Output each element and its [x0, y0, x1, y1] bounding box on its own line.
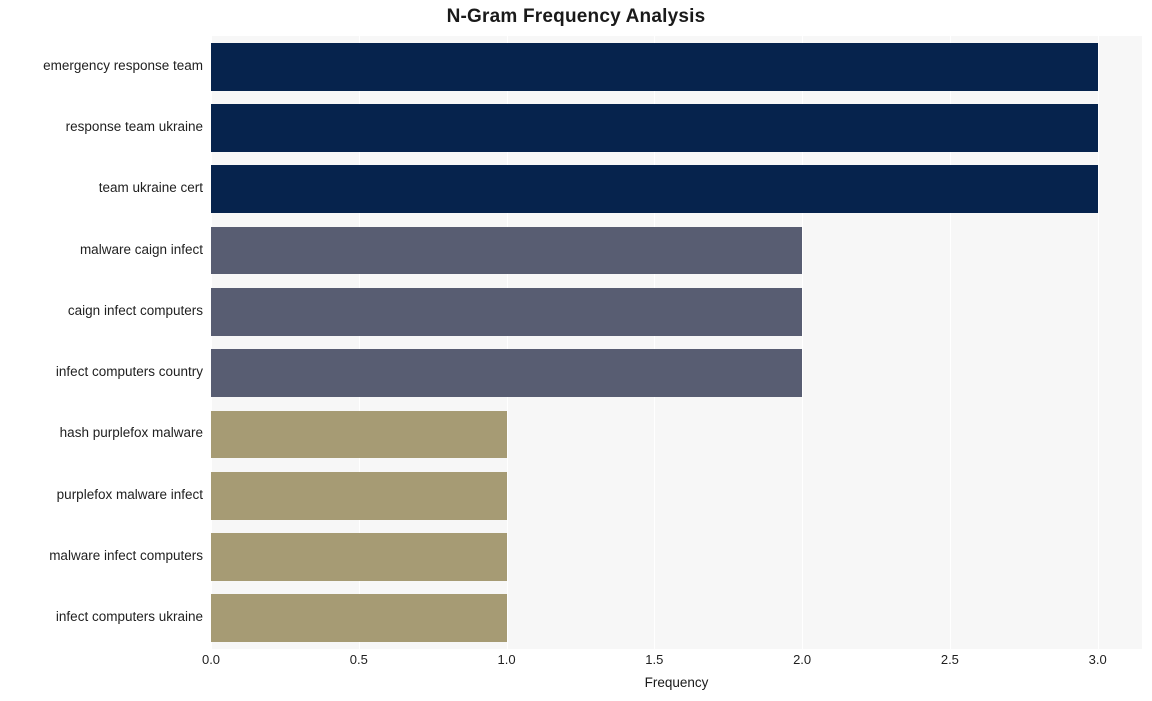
- bar[interactable]: [211, 104, 1098, 152]
- y-axis-tick-label: response team ukraine: [65, 118, 203, 134]
- bar-row: [211, 104, 1142, 152]
- ngram-frequency-chart: N-Gram Frequency Analysis emergency resp…: [0, 0, 1152, 701]
- y-axis-tick-label: caign infect computers: [67, 302, 203, 318]
- x-axis-tick-label: 1.0: [497, 652, 516, 667]
- y-axis-tick-label: malware caign infect: [79, 241, 203, 257]
- x-axis-tick-label: 1.5: [645, 652, 664, 667]
- bar-row: [211, 471, 1142, 520]
- y-axis-tick-label: infect computers ukraine: [55, 609, 203, 625]
- y-axis-tick-label: infect computers country: [55, 364, 203, 380]
- plot-area: [211, 36, 1142, 649]
- x-axis-tick-label: 2.0: [793, 652, 812, 667]
- bar-row: [211, 226, 1142, 275]
- x-axis-tick-label: 0.0: [201, 652, 221, 667]
- x-axis-tick-label: 0.5: [349, 652, 368, 667]
- y-axis-tick-label: purplefox malware infect: [56, 486, 203, 502]
- y-axis-tick-label: team ukraine cert: [98, 180, 203, 196]
- bar[interactable]: [211, 287, 803, 336]
- bar[interactable]: [211, 410, 507, 459]
- bar[interactable]: [211, 42, 1098, 91]
- bar-row: [211, 165, 1142, 214]
- y-axis-tick-label: malware infect computers: [49, 548, 203, 564]
- bar[interactable]: [211, 226, 803, 275]
- bar-row: [211, 594, 1142, 643]
- x-axis-tick-label: 2.5: [940, 652, 959, 667]
- x-axis-tick-labels: 0.0 0.5 1.0 1.5 2.0 2.5 3.0: [202, 652, 1142, 672]
- page-title: N-Gram Frequency Analysis: [446, 6, 706, 27]
- x-axis-tick-label: 3.0: [1088, 652, 1107, 667]
- bar[interactable]: [211, 471, 507, 520]
- bar-series: [211, 36, 1142, 649]
- bar-row: [211, 410, 1142, 459]
- bar[interactable]: [211, 349, 803, 398]
- y-axis-tick-label: hash purplefox malware: [59, 425, 203, 441]
- y-axis-tick-labels: emergency response team response team ukr…: [0, 36, 203, 649]
- bar[interactable]: [211, 165, 1098, 214]
- bar-row: [211, 533, 1142, 581]
- x-axis-title: Frequency: [644, 675, 709, 690]
- bar-row: [211, 349, 1142, 398]
- bar[interactable]: [211, 533, 507, 581]
- bar[interactable]: [211, 594, 507, 643]
- bar-row: [211, 287, 1142, 336]
- y-axis-tick-label: emergency response team: [43, 57, 203, 73]
- bar-row: [211, 42, 1142, 91]
